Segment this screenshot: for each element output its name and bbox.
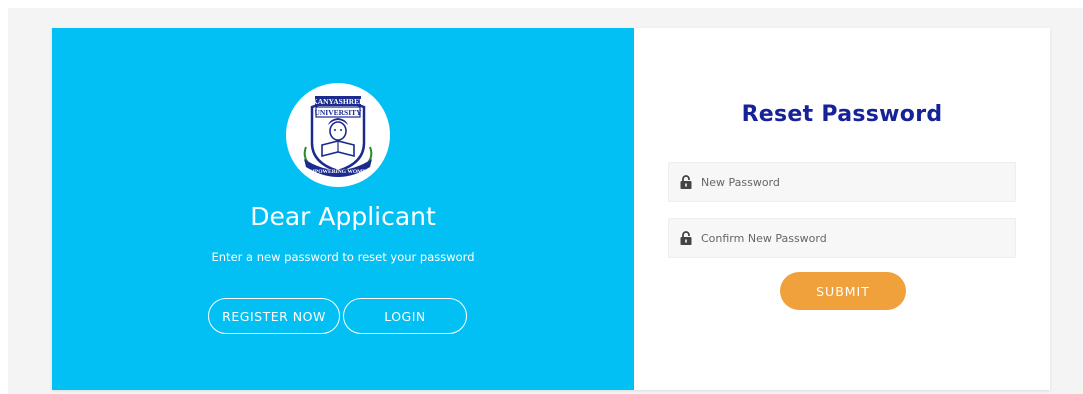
submit-button[interactable]: SUBMIT [780,272,906,310]
login-button[interactable]: LOGIN [343,298,467,334]
logo-mid-text: UNIVERSITY [314,108,362,117]
logo-top-text: KANYASHREE [312,97,364,106]
lock-icon [680,231,692,245]
new-password-field [668,162,1016,202]
new-password-input[interactable] [701,175,1001,189]
reset-password-title: Reset Password [741,102,943,127]
confirm-password-input[interactable] [701,231,1001,245]
auth-button-row: REGISTER NOW LOGIN [208,298,467,334]
applicant-heading: Dear Applicant [250,202,436,231]
confirm-password-field [668,218,1016,258]
logo-bottom-text: EMPOWERING WOMEN [306,169,370,175]
reset-password-card: KANYASHREE UNIVERSITY EMPOWERING WOMEN D… [52,28,1050,390]
university-logo: KANYASHREE UNIVERSITY EMPOWERING WOMEN [286,83,390,187]
lock-icon [680,175,692,189]
reset-form-panel: Reset Password SUBMIT [634,28,1050,390]
welcome-panel: KANYASHREE UNIVERSITY EMPOWERING WOMEN D… [52,28,634,390]
university-logo-emblem: KANYASHREE UNIVERSITY EMPOWERING WOMEN [303,96,373,177]
register-now-button[interactable]: REGISTER NOW [208,298,340,334]
instruction-text: Enter a new password to reset your passw… [211,250,475,264]
